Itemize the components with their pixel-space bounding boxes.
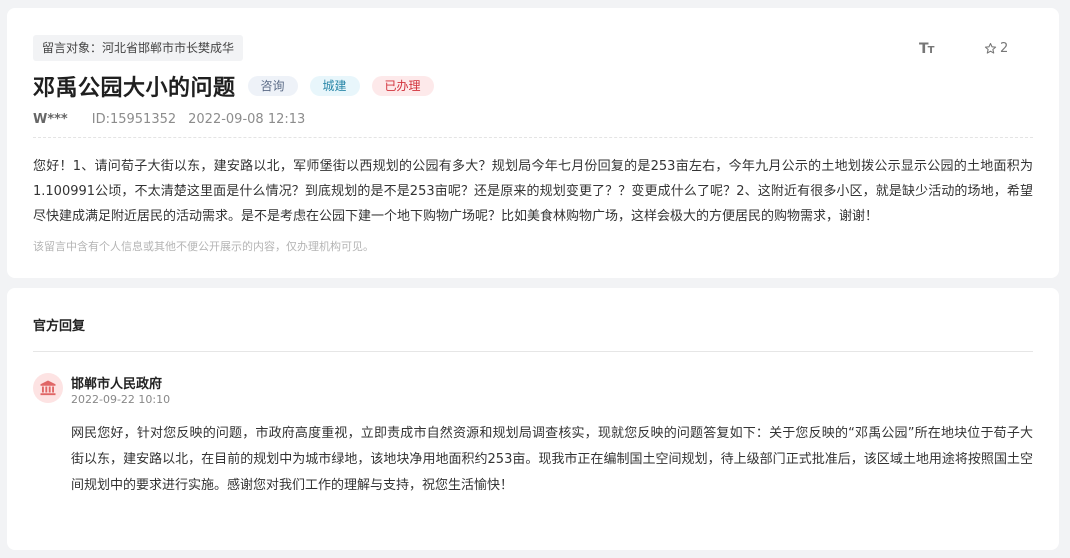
message-target-tag: 留言对象：河北省邯郸市市长樊成华 xyxy=(33,35,244,61)
divider xyxy=(33,137,1033,138)
tag-urban-construction: 城建 xyxy=(309,76,360,96)
reply-heading: 官方回复 xyxy=(33,319,86,334)
font-size-icon[interactable]: TT xyxy=(919,41,934,57)
reply-org-name: 邯郸市人民政府 xyxy=(71,377,163,392)
official-reply-card: 官方回复 邯郸市人民政府 2022-09-22 10:10 网民您好，针对您反映… xyxy=(7,288,1059,550)
message-datetime: 2022-09-08 12:13 xyxy=(188,112,306,127)
star-outline-icon xyxy=(984,42,997,54)
avatar xyxy=(33,373,63,403)
government-building-icon xyxy=(40,380,56,396)
message-card: 留言对象：河北省邯郸市市长樊成华 TT 2 邓禹公园大小的问题 咨询 城建 已办… xyxy=(7,8,1059,278)
tag-consult: 咨询 xyxy=(247,76,298,96)
reply-datetime: 2022-09-22 10:10 xyxy=(71,393,171,406)
privacy-note: 该留言中含有个人信息或其他不便公开展示的内容，仅办理机构可见。 xyxy=(33,240,374,253)
reply-body: 网民您好，针对您反映的问题，市政府高度重视，立即责成市自然资源和规划局调查核实，… xyxy=(71,426,1033,493)
author-name: W*** xyxy=(33,112,68,127)
title-row: 邓禹公园大小的问题 咨询 城建 已办理 xyxy=(33,70,434,102)
star-count: 2 xyxy=(1000,41,1009,56)
message-meta: W*** ID:15951352 2022-09-08 12:13 xyxy=(33,112,305,127)
divider xyxy=(33,351,1033,352)
message-id: ID:15951352 xyxy=(91,112,177,127)
favorite-button[interactable]: 2 xyxy=(984,41,1008,56)
message-body: 您好！1、请问荀子大街以东，建安路以北，军师堡街以西规划的公园有多大？规划局今年… xyxy=(33,159,1033,224)
status-badge: 已办理 xyxy=(371,76,434,96)
page-title: 邓禹公园大小的问题 xyxy=(33,76,236,101)
